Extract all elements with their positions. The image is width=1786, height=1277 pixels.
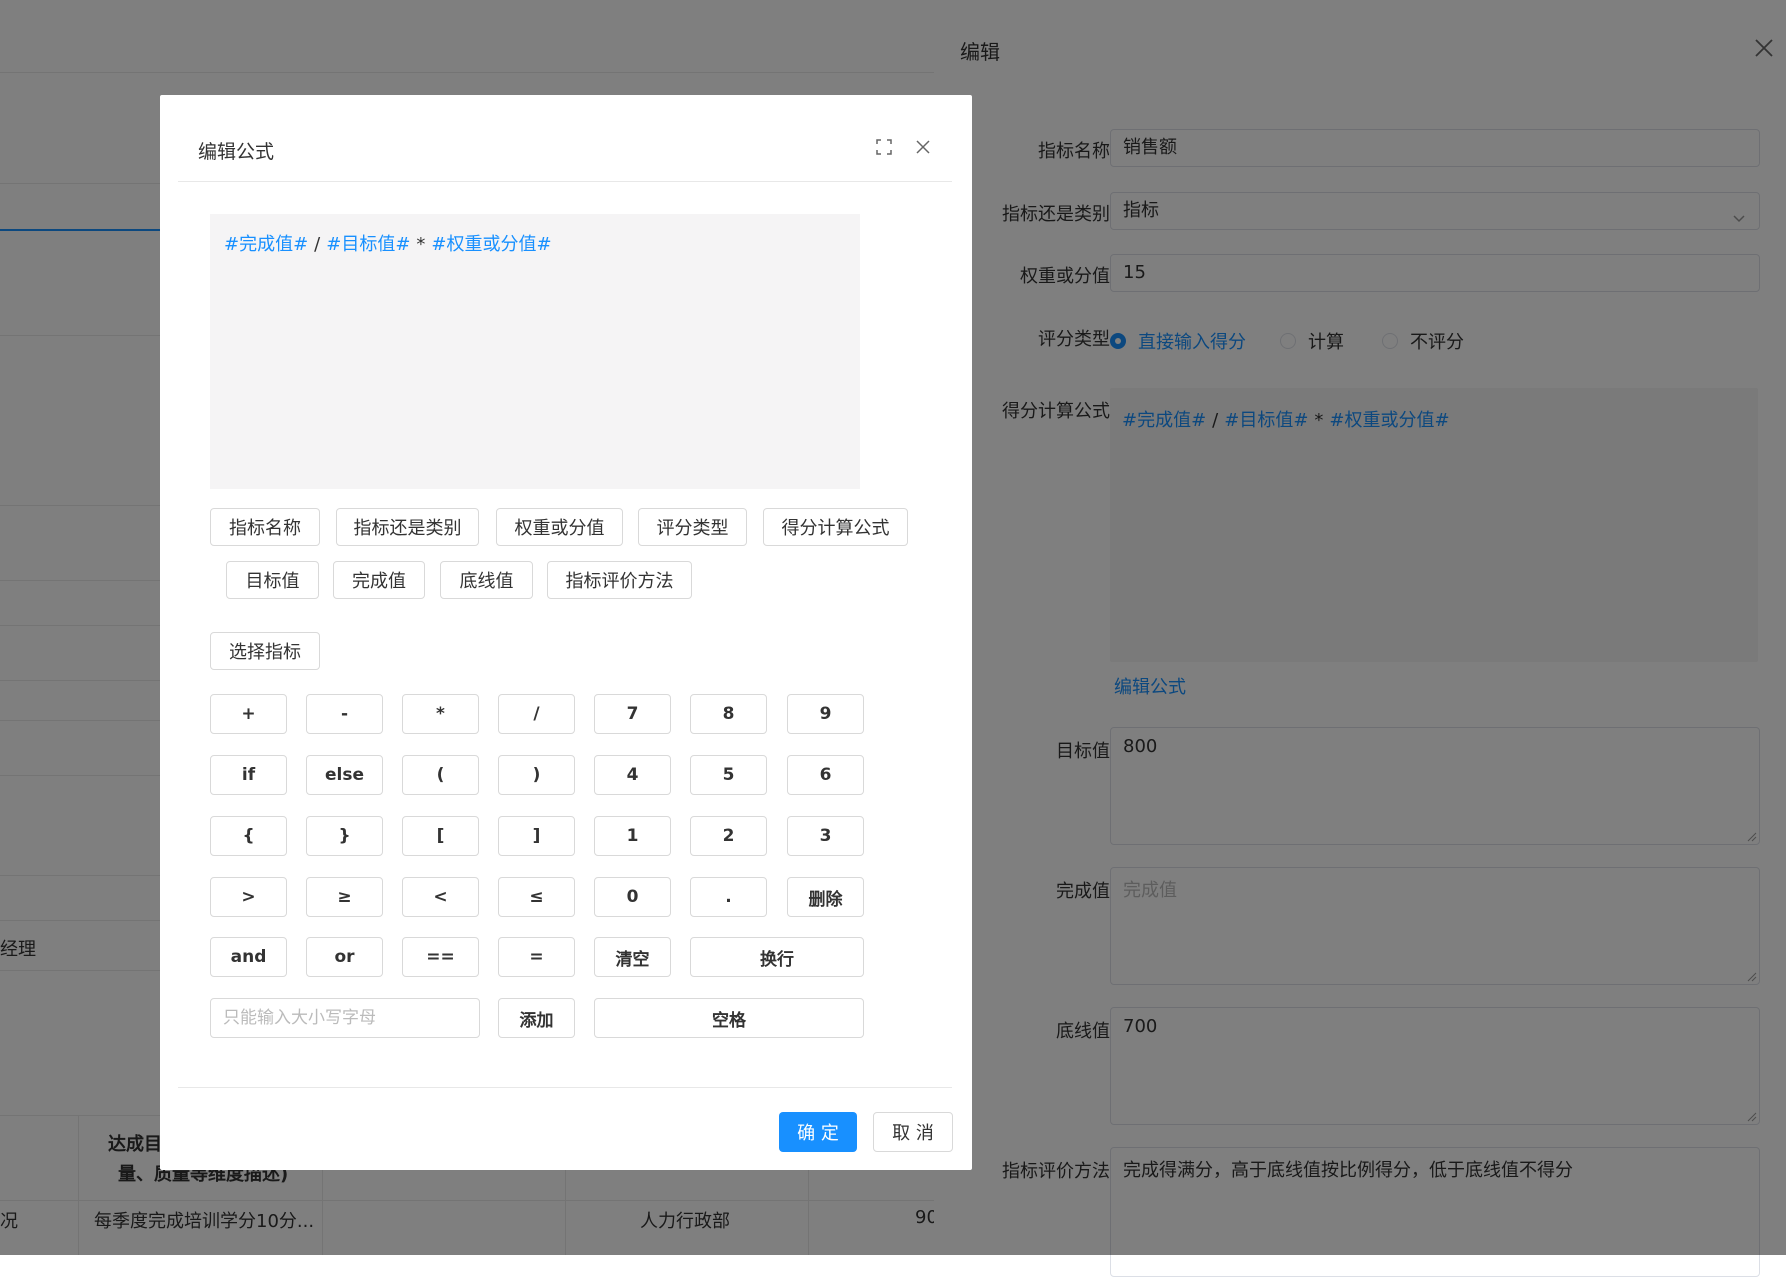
key-double-equal[interactable]: ==	[402, 937, 479, 977]
key-space[interactable]: 空格	[594, 998, 864, 1038]
formula-var-complete[interactable]: #完成值#	[224, 234, 308, 255]
key-minus[interactable]: -	[306, 694, 383, 734]
key-5[interactable]: 5	[690, 755, 767, 795]
field-button-indicator-name[interactable]: 指标名称	[210, 508, 320, 546]
key-7[interactable]: 7	[594, 694, 671, 734]
field-button-score-type[interactable]: 评分类型	[638, 508, 747, 546]
key-and[interactable]: and	[210, 937, 287, 977]
key-if[interactable]: if	[210, 755, 287, 795]
field-button-eval-method[interactable]: 指标评价方法	[547, 561, 692, 599]
key-plus[interactable]: +	[210, 694, 287, 734]
key-multiply[interactable]: *	[402, 694, 479, 734]
letters-input[interactable]	[210, 998, 480, 1038]
key-else[interactable]: else	[306, 755, 383, 795]
key-3[interactable]: 3	[787, 816, 864, 856]
cancel-button[interactable]: 取 消	[873, 1112, 953, 1152]
key-8[interactable]: 8	[690, 694, 767, 734]
formula-var-target[interactable]: #目标值#	[326, 234, 410, 255]
key-4[interactable]: 4	[594, 755, 671, 795]
key-close-brace[interactable]: }	[306, 816, 383, 856]
key-6[interactable]: 6	[787, 755, 864, 795]
formula-editor[interactable]: #完成值# / #目标值# * #权重或分值#	[210, 214, 860, 489]
modal-footer-divider	[178, 1087, 952, 1088]
modal-title: 编辑公式	[198, 141, 275, 163]
key-greater-equal[interactable]: ≥	[306, 877, 383, 917]
key-1[interactable]: 1	[594, 816, 671, 856]
key-dot[interactable]: .	[690, 877, 767, 917]
formula-var-weight[interactable]: #权重或分值#	[431, 234, 551, 255]
edit-formula-modal: 编辑公式 #完成值# / #目标值# * #权重或分值# 指标名称 指标还是类别 权重或…	[160, 95, 972, 1170]
key-clear[interactable]: 清空	[594, 937, 671, 977]
field-button-score-formula[interactable]: 得分计算公式	[763, 508, 908, 546]
fullscreen-icon[interactable]	[874, 137, 894, 157]
key-less-equal[interactable]: ≤	[498, 877, 575, 917]
key-open-brace[interactable]: {	[210, 816, 287, 856]
key-close-paren[interactable]: )	[498, 755, 575, 795]
key-close-bracket[interactable]: ]	[498, 816, 575, 856]
key-newline[interactable]: 换行	[690, 937, 864, 977]
field-button-floor[interactable]: 底线值	[440, 561, 533, 599]
key-9[interactable]: 9	[787, 694, 864, 734]
confirm-button[interactable]: 确 定	[779, 1112, 857, 1152]
key-less[interactable]: <	[402, 877, 479, 917]
modal-header-divider	[178, 181, 952, 182]
key-delete[interactable]: 删除	[787, 877, 864, 917]
key-greater[interactable]: >	[210, 877, 287, 917]
add-button[interactable]: 添加	[498, 998, 575, 1038]
select-indicator-button[interactable]: 选择指标	[210, 632, 320, 670]
key-divide[interactable]: /	[498, 694, 575, 734]
field-button-weight[interactable]: 权重或分值	[496, 508, 623, 546]
key-equal[interactable]: =	[498, 937, 575, 977]
field-button-target[interactable]: 目标值	[226, 561, 319, 599]
key-open-paren[interactable]: (	[402, 755, 479, 795]
field-button-indicator-type[interactable]: 指标还是类别	[336, 508, 479, 546]
key-or[interactable]: or	[306, 937, 383, 977]
key-0[interactable]: 0	[594, 877, 671, 917]
formula-op-divide: /	[314, 234, 321, 255]
field-button-complete[interactable]: 完成值	[333, 561, 425, 599]
formula-op-multiply: *	[416, 234, 426, 255]
key-open-bracket[interactable]: [	[402, 816, 479, 856]
close-icon[interactable]	[913, 137, 933, 157]
key-2[interactable]: 2	[690, 816, 767, 856]
